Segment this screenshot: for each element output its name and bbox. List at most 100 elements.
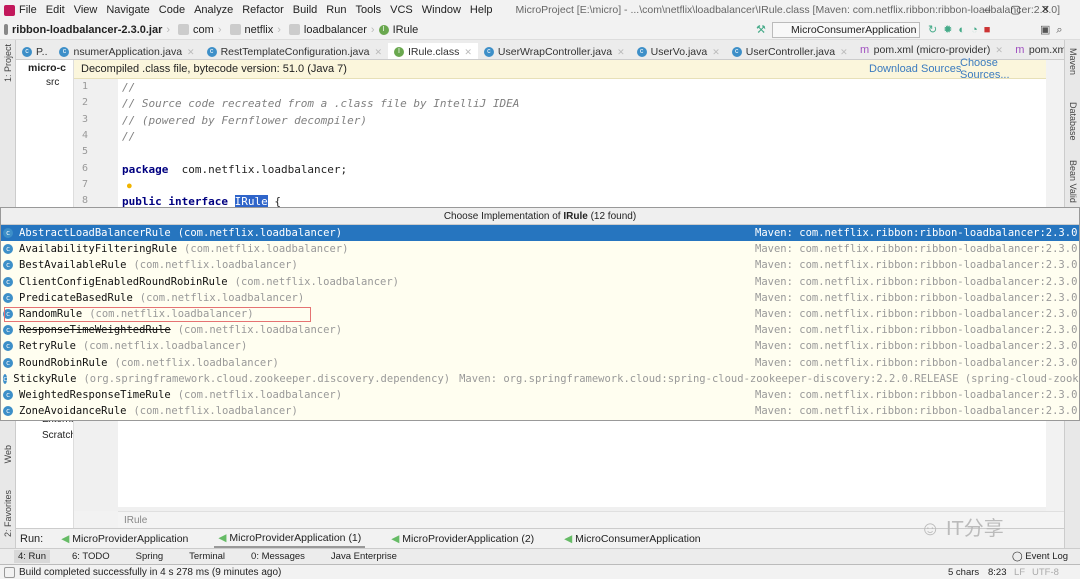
run-tab[interactable]: ◀ MicroProviderApplication (1)	[214, 530, 366, 548]
tab-0[interactable]: c P..	[16, 42, 53, 59]
menu-window[interactable]: Window	[422, 4, 461, 16]
menu-edit[interactable]: Edit	[46, 4, 65, 16]
tool-bean-validation[interactable]: Bean Valid	[1068, 160, 1078, 203]
tool-database[interactable]: Database	[1068, 102, 1078, 141]
close-tab-icon[interactable]: ✕	[464, 47, 472, 58]
tab-6[interactable]: c UserController.java ✕	[726, 42, 854, 59]
line-number: 7	[82, 178, 89, 190]
cursor-position[interactable]: 8:23	[988, 567, 1007, 578]
decompiled-info-bar: Decompiled .class file, bytecode version…	[74, 57, 1046, 81]
tree-item-src[interactable]: src	[46, 77, 59, 88]
breadcrumb-jar[interactable]: ribbon-loadbalancer-2.3.0.jar	[12, 24, 162, 36]
tab-3[interactable]: I IRule.class ✕	[387, 43, 478, 59]
tree-item-scratch[interactable]: Scratch	[42, 430, 73, 441]
tool-button[interactable]: Java Enterprise	[327, 550, 401, 563]
tool-web[interactable]: Web	[3, 445, 13, 463]
implementation-item[interactable]: c StickyRule (org.springframework.cloud.zo…	[1, 371, 1079, 387]
close-tab-icon[interactable]: ✕	[617, 47, 625, 58]
implementation-item[interactable]: c BestAvailableRule (com.netflix.loadbalan…	[1, 257, 1079, 273]
tool-button[interactable]: Terminal	[185, 550, 229, 563]
tool-maven[interactable]: Maven	[1068, 48, 1078, 75]
code-line: //	[122, 130, 135, 143]
encoding[interactable]: UTF-8	[1032, 567, 1059, 578]
watermark: ☺ IT分享	[920, 518, 1004, 540]
run-tab[interactable]: ◀ MicroProviderApplication (2)	[387, 531, 538, 547]
tool-button[interactable]: 0: Messages	[247, 550, 309, 563]
menu-navigate[interactable]: Navigate	[106, 4, 149, 16]
build-hammer-icon[interactable]: ⚒	[756, 23, 766, 36]
status-message: Build completed successfully in 4 s 278 …	[19, 566, 282, 578]
library-location: Maven: com.netflix.ribbon:ribbon-loadbal…	[755, 308, 1080, 321]
implementation-item[interactable]: c PredicateBasedRule (com.netflix.loadbala…	[1, 290, 1079, 306]
close-tab-icon[interactable]: ✕	[187, 47, 195, 58]
run-tab[interactable]: ◀ MicroProviderApplication	[57, 531, 192, 547]
lightbulb-icon[interactable]: ●	[126, 180, 133, 192]
menu-run[interactable]: Run	[326, 4, 346, 16]
run-toolbar-icons[interactable]: ↻✹◐◔■	[928, 23, 996, 36]
menu-tools[interactable]: Tools	[355, 4, 381, 16]
class-name: AvailabilityFilteringRule	[19, 243, 178, 256]
tool-favorites[interactable]: 2: Favorites	[3, 490, 13, 537]
menu-file[interactable]: File	[19, 4, 37, 16]
implementation-item[interactable]: c AbstractLoadBalancerRule (com.netflix.lo…	[1, 225, 1080, 242]
tab-label: UserWrapController.java	[497, 46, 613, 58]
run-config-dropdown[interactable]: MicroConsumerApplication ⌄	[772, 22, 920, 50]
run-tab[interactable]: ◀ MicroConsumerApplication	[560, 531, 704, 547]
library-location: Maven: com.netflix.ribbon:ribbon-loadbal…	[755, 340, 1080, 353]
package-name: (com.netflix.loadbalancer)	[234, 275, 399, 288]
tool-button[interactable]: 4: Run	[14, 550, 50, 563]
choose-sources-link[interactable]: Choose Sources...	[960, 57, 1046, 81]
highlight-box	[4, 307, 311, 322]
tool-button[interactable]: 6: TODO	[68, 550, 114, 563]
line-separator[interactable]: LF	[1014, 567, 1025, 578]
menu-analyze[interactable]: Analyze	[194, 4, 233, 16]
download-sources-link[interactable]: Download Sources	[869, 63, 961, 75]
search-icon[interactable]: ▣⌕	[1040, 23, 1069, 37]
menu-refactor[interactable]: Refactor	[242, 4, 284, 16]
tab-2[interactable]: c RestTemplateConfiguration.java ✕	[201, 42, 388, 59]
implementation-item[interactable]: c AvailabilityFilteringRule (com.netflix.l…	[1, 241, 1079, 257]
class-icon: c	[3, 357, 13, 368]
menu-build[interactable]: Build	[293, 4, 317, 16]
tool-button[interactable]: Spring	[132, 550, 167, 563]
tab-label: pom.xml (micro-provider)	[873, 44, 991, 56]
menu-code[interactable]: Code	[159, 4, 185, 16]
tree-item-module[interactable]: micro-c	[28, 62, 66, 74]
close-tab-icon[interactable]: ✕	[840, 47, 848, 58]
line-number: 1	[82, 81, 89, 92]
class-name: ResponseTimeWeightedRule	[19, 324, 171, 337]
info-text: Decompiled .class file, bytecode version…	[81, 63, 347, 75]
menu-help[interactable]: Help	[470, 4, 493, 16]
package-name: (com.netflix.loadbalancer)	[177, 388, 343, 401]
menu-view[interactable]: View	[74, 4, 98, 16]
package-name: (com.netflix.loadbalancer)	[139, 291, 305, 304]
close-tab-icon[interactable]: ✕	[995, 45, 1003, 56]
window-controls[interactable]: –▢✕	[984, 3, 1070, 16]
status-toggle-icon[interactable]	[4, 566, 15, 578]
package-name: (com.netflix.loadbalancer)	[133, 405, 298, 418]
library-location: Maven: com.netflix.ribbon:ribbon-loadbal…	[755, 243, 1080, 256]
interface-icon: I	[378, 24, 389, 35]
tab-1[interactable]: c nsumerApplication.java ✕	[53, 42, 200, 59]
breadcrumb-com[interactable]: com	[193, 24, 214, 36]
menu-vcs[interactable]: VCS	[390, 4, 413, 16]
implementation-item[interactable]: c ZoneAvoidanceRule (com.netflix.loadbalan…	[1, 403, 1079, 419]
tab-5[interactable]: c UserVo.java ✕	[631, 42, 726, 59]
breadcrumb-netflix[interactable]: netflix	[245, 24, 274, 36]
implementation-item[interactable]: c WeightedResponseTimeRule (com.netflix.lo…	[1, 387, 1079, 403]
tab-4[interactable]: c UserWrapController.java ✕	[478, 42, 631, 59]
implementation-item[interactable]: c RoundRobinRule (com.netflix.loadbalancer…	[1, 355, 1079, 371]
implementation-item[interactable]: c ResponseTimeWeightedRule (com.netflix.lo…	[1, 322, 1079, 338]
class-icon: c	[3, 406, 13, 417]
class-icon: c	[3, 341, 13, 352]
implementation-item[interactable]: c RetryRule (com.netflix.loadbalancer) Mave…	[1, 338, 1079, 354]
close-tab-icon[interactable]: ✕	[374, 47, 382, 58]
tool-project[interactable]: 1: Project	[3, 44, 13, 82]
class-name: ClientConfigEnabledRoundRobinRule	[19, 275, 228, 288]
implementation-item[interactable]: c ClientConfigEnabledRoundRobinRule (com.n…	[1, 274, 1079, 290]
breadcrumb-loadbalancer[interactable]: loadbalancer	[304, 24, 367, 36]
library-location: Maven: com.netflix.ribbon:ribbon-loadbal…	[755, 227, 1080, 240]
close-tab-icon[interactable]: ✕	[712, 47, 720, 58]
breadcrumb-irule[interactable]: IRule	[393, 24, 419, 36]
event-log-button[interactable]: ◯ Event Log	[1012, 551, 1068, 562]
